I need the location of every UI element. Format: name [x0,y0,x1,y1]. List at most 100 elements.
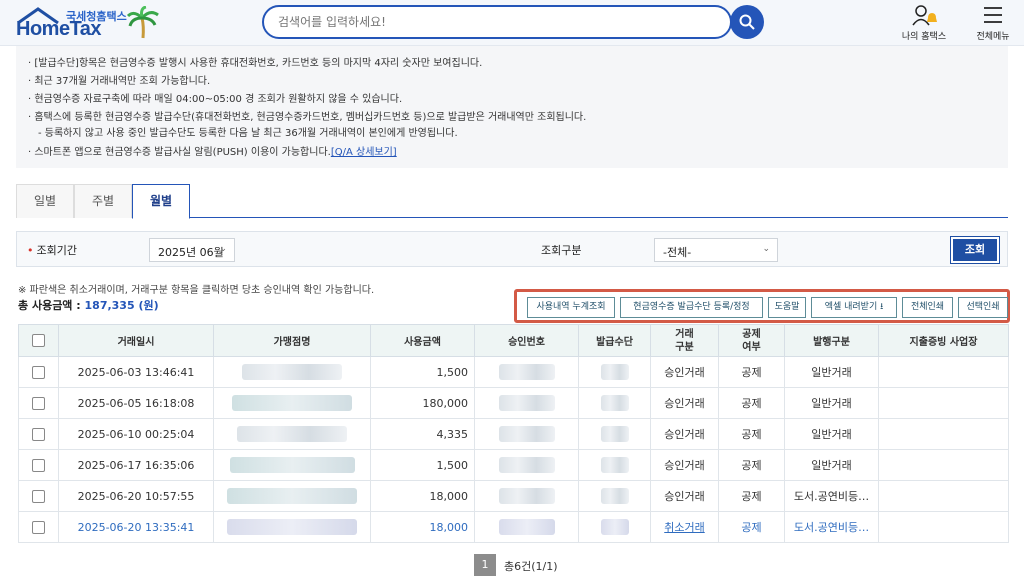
issue-cell: 일반거래 [784,387,879,419]
cancel-transaction-link[interactable]: 취소거래 [664,521,704,534]
business-cell [878,387,1009,419]
row-checkbox-cell[interactable] [18,480,59,512]
register-issuing-means-button[interactable]: 현금영수증 발급수단 등록/정정 [620,297,763,318]
row-checkbox[interactable] [32,489,45,503]
deduct-cell: 공제 [718,480,785,512]
col-header: 공제 여부 [718,324,785,357]
period-label-text: 조회기간 [36,244,77,257]
merchant-cell [213,418,371,450]
search-submit-button[interactable]: 조회 [950,236,1000,264]
row-checkbox[interactable] [32,458,45,472]
means-cell [578,449,651,481]
search-box[interactable] [262,5,732,39]
row-checkbox-cell[interactable] [18,449,59,481]
page-total: 총6건(1/1) [504,560,558,573]
col-header: 발급수단 [578,324,651,357]
redacted-merchant [227,519,357,535]
excel-download-label: 엑셀 내려받기 [824,302,878,312]
hometax-logo[interactable]: 국세청홈택스 HomeTax [16,4,166,42]
help-button[interactable]: 도움말 [768,297,806,318]
row-checkbox[interactable] [32,427,45,441]
redacted-merchant [237,426,347,442]
notice-line: · 최근 37개월 거래내역만 조회 가능합니다. [28,76,211,87]
type-cell: 승인거래 [650,418,719,450]
row-checkbox[interactable] [32,365,45,379]
period-tabs: 일별 주별 월별 [16,184,1008,219]
type-value: -전체- [663,246,692,259]
header: 국세청홈택스 HomeTax 나의 홈택스 [0,0,1024,46]
all-menu-button[interactable]: 전체메뉴 [968,4,1018,42]
date-cell: 2025-06-05 16:18:08 [58,387,214,419]
total-label: 총 사용금액 : [18,299,81,312]
print-selected-button[interactable]: 선택인쇄 [958,297,1008,318]
tab-weekly[interactable]: 주별 [74,184,132,218]
table-row[interactable]: 2025-06-17 16:35:06 1,500 승인거래 공제 일반거래 [18,449,1009,481]
cumulative-query-button[interactable]: 사용내역 누계조회 [527,297,615,318]
table-row[interactable]: 2025-06-10 00:25:04 4,335 승인거래 공제 일반거래 [18,418,1009,450]
approval-cell [474,387,579,419]
notice-line: · 현금영수증 자료구축에 따라 매일 04:00~05:00 경 조회가 원활… [28,94,403,105]
redacted-approval [498,519,555,535]
table-row[interactable]: 2025-06-20 10:57:55 18,000 승인거래 공제 도서.공연… [18,480,1009,512]
date-cell: 2025-06-03 13:46:41 [58,356,214,388]
merchant-cell [213,387,371,419]
issue-cell: 도서.공연비등… [784,480,879,512]
row-checkbox[interactable] [32,396,45,410]
merchant-cell [213,511,371,543]
redacted-means [600,488,629,504]
row-checkbox-cell[interactable] [18,356,59,388]
page-number-button[interactable]: 1 [474,554,496,576]
type-select[interactable]: -전체- ⌄ [654,238,778,262]
date-cell: 2025-06-20 13:35:41 [58,511,214,543]
row-checkbox-cell[interactable] [18,511,59,543]
total-value: 187,335 (원) [84,299,159,312]
period-label: • 조회기간 [27,242,77,258]
col-header: 승인번호 [474,324,579,357]
tab-daily[interactable]: 일별 [16,184,74,218]
redacted-approval [498,395,555,411]
excel-download-button[interactable]: 엑셀 내려받기 ⭳ [811,297,897,318]
cancel-note: ※ 파란색은 취소거래이며, 거래구분 항목을 클릭하면 당초 승인내역 확인 … [18,285,375,296]
type-cell-link[interactable]: 취소거래 [650,511,719,543]
select-all-cell[interactable] [18,324,59,357]
period-select[interactable]: 2025년 06월 ⌄ [149,238,235,262]
action-toolbar: 사용내역 누계조회 현금영수증 발급수단 등록/정정 도움말 엑셀 내려받기 ⭳… [514,289,1010,323]
merchant-cell [213,356,371,388]
notice-line-push: · 스마트폰 앱으로 현금영수증 발급사실 알림(PUSH) 이용이 가능합니다… [28,143,397,158]
notice-line: · 홈택스에 등록한 현금영수증 발급수단(휴대전화번호, 현금영수증카드번호,… [28,112,587,123]
table-row[interactable]: 2025-06-05 16:18:08 180,000 승인거래 공제 일반거래 [18,387,1009,419]
col-header: 거래 구분 [650,324,719,357]
row-checkbox[interactable] [32,520,45,534]
row-checkbox-cell[interactable] [18,387,59,419]
amount-cell: 1,500 [370,356,475,388]
search-icon [739,14,755,30]
redacted-approval [498,426,555,442]
approval-cell [474,480,579,512]
date-cell: 2025-06-10 00:25:04 [58,418,214,450]
type-cell: 승인거래 [650,449,719,481]
select-all-checkbox[interactable] [32,334,45,347]
merchant-cell [213,449,371,481]
table-row[interactable]: 2025-06-03 13:46:41 1,500 승인거래 공제 일반거래 [18,356,1009,388]
table-row-cancelled[interactable]: 2025-06-20 13:35:41 18,000 취소거래 공제 도서.공연… [18,511,1009,543]
type-label: 조회구분 [541,244,582,257]
approval-cell [474,418,579,450]
print-all-button[interactable]: 전체인쇄 [902,297,953,318]
total-amount: 총 사용금액 : 187,335 (원) [18,297,159,313]
search-input[interactable] [278,15,678,29]
approval-cell [474,356,579,388]
col-header: 가맹점명 [213,324,371,357]
notice-line: · [발급수단]항목은 현금영수증 발행시 사용한 휴대전화번호, 카드번호 등… [28,58,483,69]
redacted-merchant [232,395,352,411]
my-hometax-button[interactable]: 나의 홈택스 [900,4,948,42]
user-bell-icon [912,5,937,26]
qa-detail-link[interactable]: [Q/A 상세보기] [331,147,397,158]
deduct-cell: 공제 [718,449,785,481]
redacted-merchant [229,457,355,473]
search-button[interactable] [730,5,764,39]
tab-monthly[interactable]: 월별 [132,184,190,219]
type-cell: 승인거래 [650,480,719,512]
approval-cell [474,511,579,543]
row-checkbox-cell[interactable] [18,418,59,450]
col-header: 거래일시 [58,324,214,357]
